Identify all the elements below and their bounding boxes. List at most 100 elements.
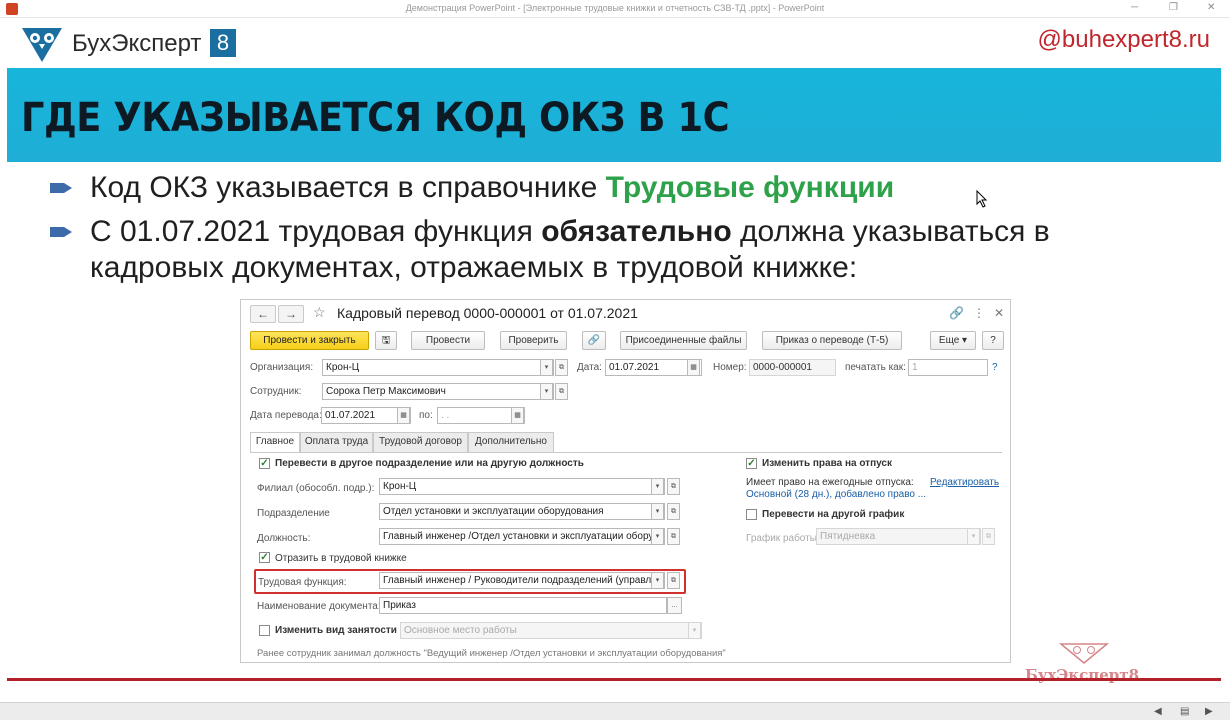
footer-red-line (7, 678, 1221, 681)
bullet-1-text: Код ОКЗ указывается в справочнике (90, 171, 598, 204)
tab-employment-contract[interactable]: Трудовой договор (373, 432, 468, 452)
bullet-list: Код ОКЗ указывается в справочнике Трудов… (50, 170, 1190, 294)
org-field[interactable]: Крон-Ц (322, 359, 554, 376)
check-button[interactable]: Проверить (500, 331, 567, 350)
position-label: Должность: (257, 533, 311, 544)
bullet-2-bold: обязательно (541, 215, 732, 248)
schedule-checkbox[interactable] (746, 509, 757, 520)
position-open-icon[interactable]: ⧉ (667, 528, 680, 545)
employee-field[interactable]: Сорока Петр Максимович (322, 383, 554, 400)
org-dropdown-icon[interactable]: ▾ (540, 359, 553, 376)
edit-vacation-link[interactable]: Редактировать (930, 477, 999, 488)
help-button[interactable]: ? (982, 331, 1004, 350)
site-address: @buhexpert8.ru (1037, 26, 1210, 53)
vacation-checkbox-label: Изменить права на отпуск (762, 458, 892, 469)
branch-open-icon[interactable]: ⧉ (667, 478, 680, 495)
org-open-icon[interactable]: ⧉ (555, 359, 568, 376)
post-button[interactable]: Провести (411, 331, 485, 350)
bullet-arrow-icon (50, 183, 72, 193)
status-bar: ◀ ▤ ▶ (0, 702, 1230, 720)
branch-field[interactable]: Крон-Ц (379, 478, 665, 495)
employment-type-field[interactable]: Основное место работы (400, 622, 702, 639)
favorite-star-icon[interactable]: ☆ (313, 304, 326, 321)
print-order-button[interactable]: Приказ о переводе (Т-5) (762, 331, 902, 350)
schedule-checkbox-label: Перевести на другой график (762, 509, 905, 520)
minimize-icon[interactable]: ─ (1131, 2, 1138, 13)
labor-function-open-icon[interactable]: ⧉ (667, 572, 680, 589)
attach-icon[interactable]: 🔗 (582, 331, 606, 350)
dept-open-icon[interactable]: ⧉ (667, 503, 680, 520)
previous-slide-icon[interactable]: ◀ (1154, 706, 1162, 717)
dept-dropdown-icon[interactable]: ▾ (651, 503, 664, 520)
forward-button[interactable]: → (278, 305, 304, 323)
date-calendar-icon[interactable]: ▦ (687, 359, 700, 376)
slide-menu-icon[interactable]: ▤ (1180, 706, 1189, 717)
transfer-date-label: Дата перевода: (250, 410, 322, 421)
workbook-checkbox-label: Отразить в трудовой книжке (275, 553, 407, 564)
vacation-rights-text: Имеет право на ежегодные отпуска: (746, 477, 914, 488)
watermark-owl-icon (1059, 643, 1109, 664)
bullet-item-1: Код ОКЗ указывается в справочнике Трудов… (50, 170, 1190, 206)
labor-function-label: Трудовая функция: (258, 577, 347, 588)
to-date-calendar-icon[interactable]: ▦ (511, 407, 524, 424)
tab-additional[interactable]: Дополнительно (468, 432, 554, 452)
next-slide-icon[interactable]: ▶ (1205, 706, 1213, 717)
branch-label: Филиал (обособл. подр.): (257, 483, 375, 494)
back-button[interactable]: ← (250, 305, 276, 323)
attached-files-button[interactable]: Присоединенные файлы (620, 331, 747, 350)
employee-dropdown-icon[interactable]: ▾ (540, 383, 553, 400)
watermark-text: БухЭксперт8 (1025, 666, 1140, 684)
labor-function-dropdown-icon[interactable]: ▾ (651, 572, 664, 589)
title-band: ГДЕ УКАЗЫВАЕТСЯ КОД ОКЗ В 1С (7, 68, 1221, 162)
dept-field[interactable]: Отдел установки и эксплуатации оборудова… (379, 503, 665, 520)
bullet-1-highlight: Трудовые функции (605, 171, 895, 204)
number-field[interactable]: 0000-000001 (749, 359, 836, 376)
bullet-arrow-icon (50, 227, 72, 237)
schedule-open-icon[interactable]: ⧉ (982, 528, 995, 545)
restore-icon[interactable]: ❐ (1169, 2, 1178, 13)
org-label: Организация: (250, 362, 314, 373)
employee-open-icon[interactable]: ⧉ (555, 383, 568, 400)
print-as-label: печатать как: (845, 362, 906, 373)
brand-name: БухЭксперт (72, 30, 202, 57)
window-title: Демонстрация PowerPoint - [Электронные т… (405, 3, 825, 13)
more-vert-icon[interactable]: ⋮ (973, 306, 985, 320)
tab-payment[interactable]: Оплата труда (300, 432, 373, 452)
date-label: Дата: (577, 362, 602, 373)
branch-dropdown-icon[interactable]: ▾ (651, 478, 664, 495)
previous-position-note: Ранее сотрудник занимал должность "Ведущ… (257, 648, 726, 659)
tab-main[interactable]: Главное (250, 432, 300, 453)
link-icon[interactable]: 🔗 (949, 306, 964, 320)
workbook-checkbox[interactable]: ✓ (259, 552, 270, 563)
number-label: Номер: (713, 362, 747, 373)
employment-checkbox[interactable] (259, 625, 270, 636)
personnel-transfer-form: ← → ☆ Кадровый перевод 0000-000001 от 01… (240, 299, 1011, 663)
employment-checkbox-label: Изменить вид занятости (275, 625, 397, 636)
employment-type-dropdown-icon[interactable]: ▾ (688, 622, 701, 639)
print-as-help-icon[interactable]: ? (992, 362, 998, 373)
doc-name-select-button[interactable]: ... (667, 597, 682, 614)
form-title: Кадровый перевод 0000-000001 от 01.07.20… (337, 305, 638, 321)
dept-label: Подразделение (257, 508, 330, 519)
post-and-close-button[interactable]: Провести и закрыть (250, 331, 369, 350)
transfer-checkbox[interactable]: ✓ (259, 458, 270, 469)
print-as-field[interactable]: 1 (908, 359, 988, 376)
doc-name-field[interactable]: Приказ (379, 597, 667, 614)
employee-label: Сотрудник: (250, 386, 302, 397)
close-window-icon[interactable]: ✕ (1207, 2, 1215, 13)
position-field[interactable]: Главный инженер /Отдел установки и экспл… (379, 528, 665, 545)
close-form-icon[interactable]: ✕ (994, 306, 1004, 320)
bullet-item-2: С 01.07.2021 трудовая функция обязательн… (50, 214, 1190, 286)
more-button[interactable]: Еще ▾ (930, 331, 976, 350)
schedule-dropdown-icon[interactable]: ▾ (967, 528, 980, 545)
labor-function-field[interactable]: Главный инженер / Руководители подраздел… (379, 572, 665, 589)
schedule-label: График работы: (746, 533, 820, 544)
vacation-checkbox[interactable]: ✓ (746, 458, 757, 469)
vacation-rights-detail: Основной (28 дн.), добавлено право ... (746, 489, 927, 500)
position-dropdown-icon[interactable]: ▾ (651, 528, 664, 545)
transfer-date-calendar-icon[interactable]: ▦ (397, 407, 410, 424)
save-icon[interactable]: 🖫 (375, 331, 397, 350)
slide-title: ГДЕ УКАЗЫВАЕТСЯ КОД ОКЗ В 1С (21, 95, 730, 141)
schedule-field[interactable]: Пятидневка (816, 528, 981, 545)
transfer-checkbox-label: Перевести в другое подразделение или на … (275, 458, 584, 469)
